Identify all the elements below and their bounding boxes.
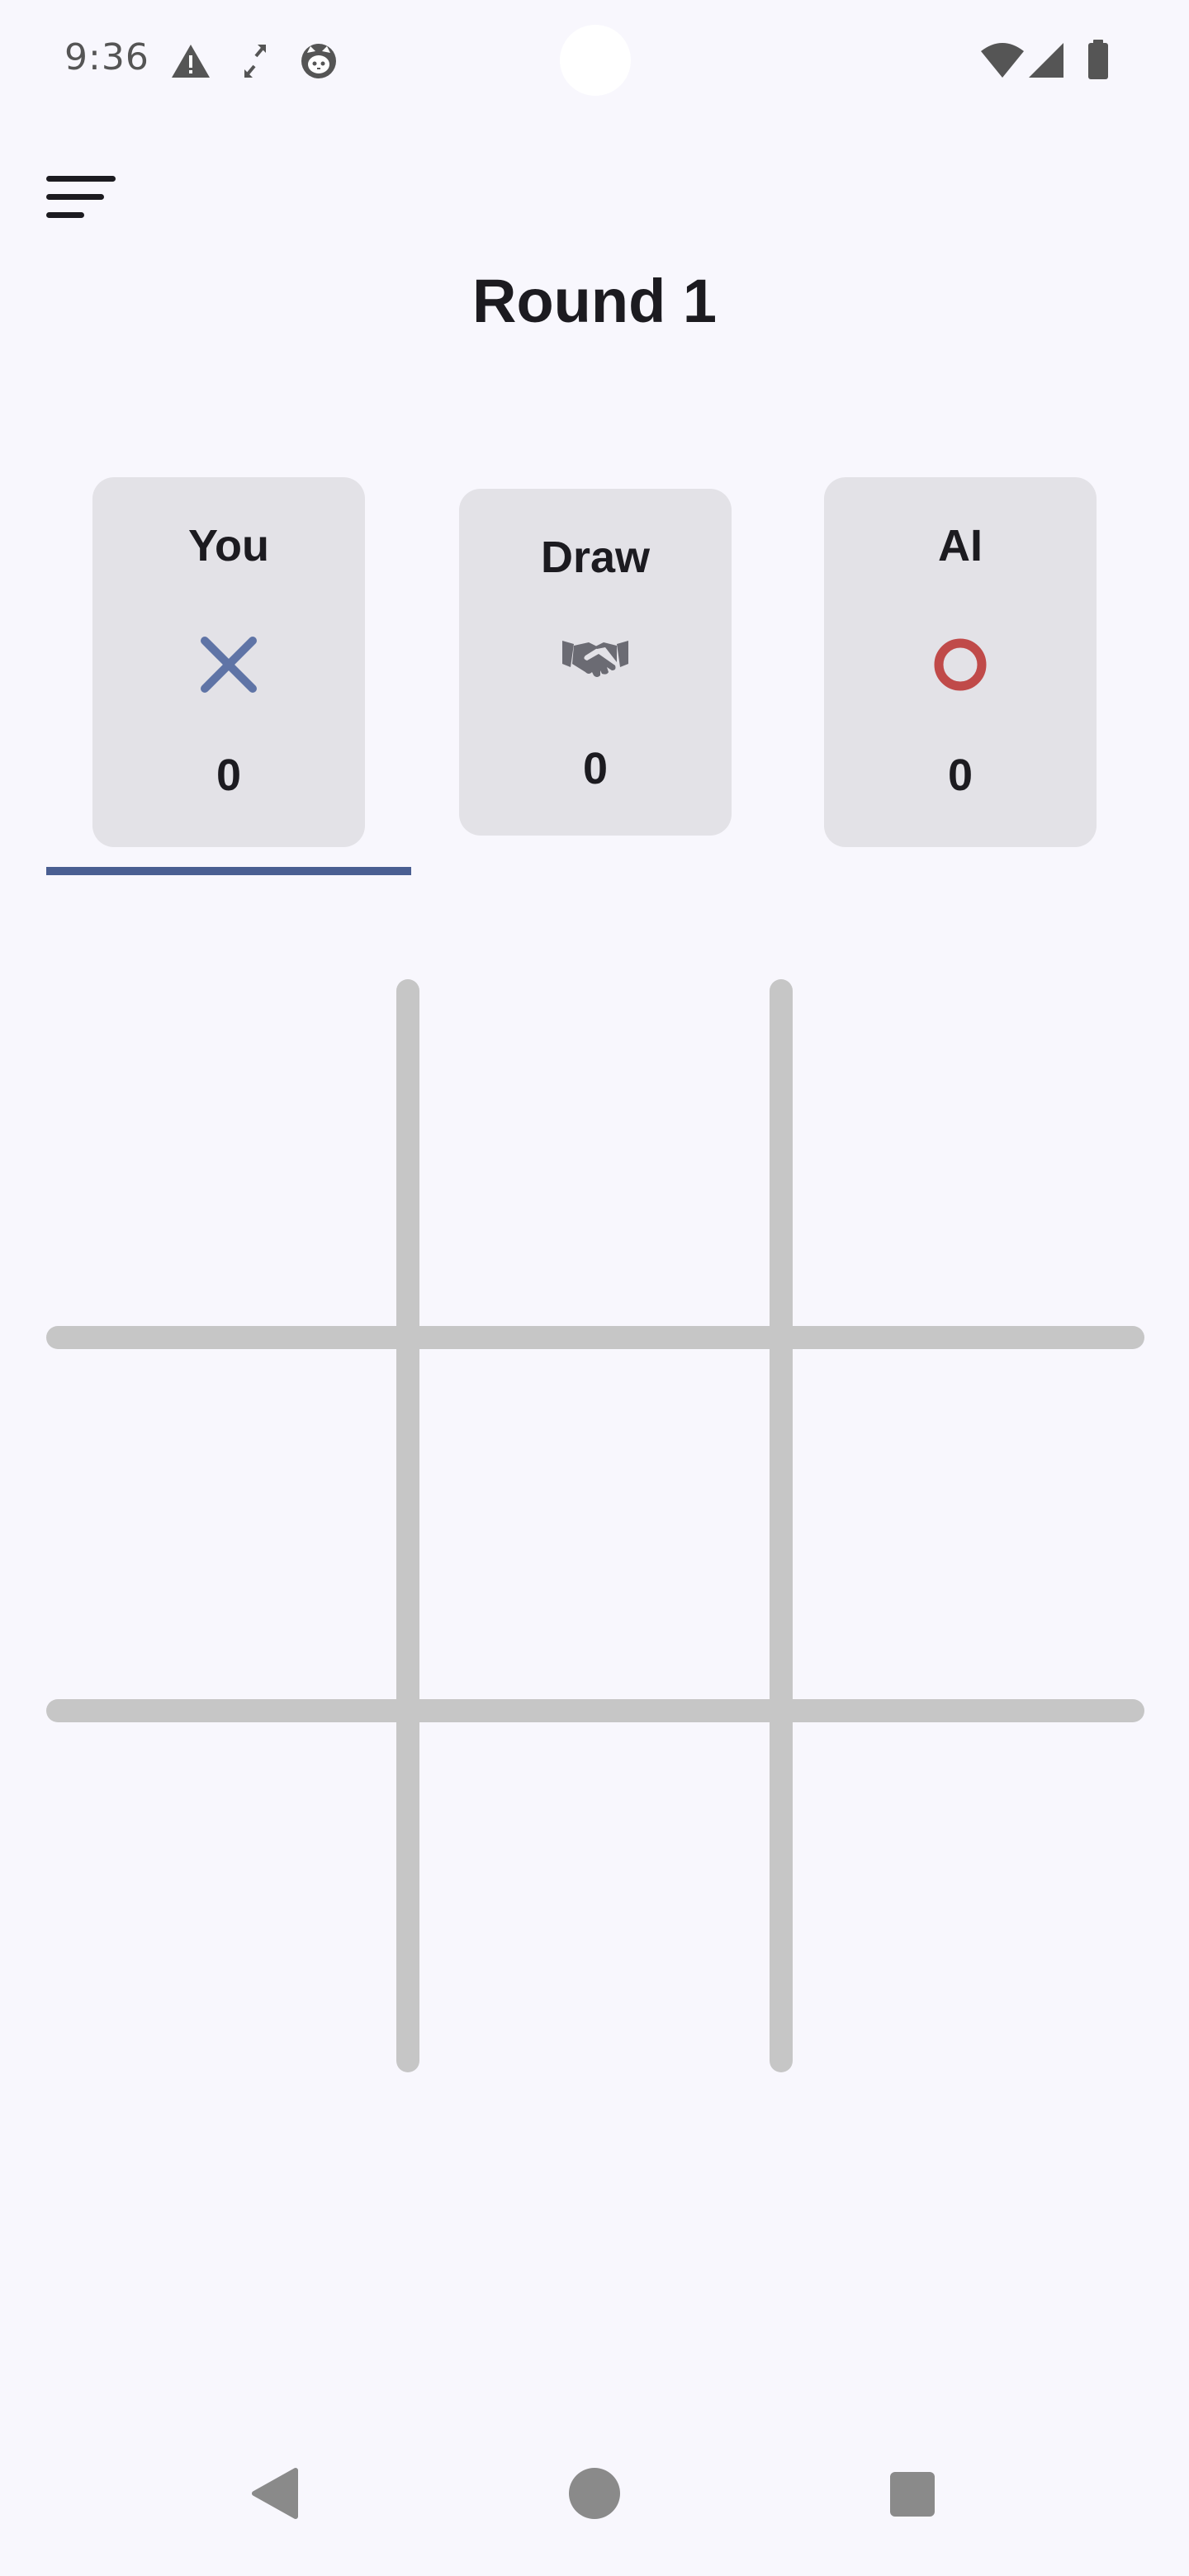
menu-button[interactable] <box>33 161 124 235</box>
menu-icon <box>46 176 116 218</box>
board-cell[interactable] <box>793 1349 1144 1699</box>
board-cell[interactable] <box>46 979 396 1326</box>
cat-face-icon <box>299 41 339 85</box>
grid-line-vertical <box>770 979 793 2072</box>
navigation-bar <box>0 2444 1189 2576</box>
back-icon <box>252 2468 298 2519</box>
grid-line-vertical <box>396 979 419 2072</box>
expand-arrows-icon <box>243 43 268 83</box>
recents-button[interactable] <box>879 2460 945 2526</box>
active-player-indicator <box>46 867 411 875</box>
camera-cutout <box>560 25 631 96</box>
score-card-you[interactable]: You 0 <box>92 477 365 847</box>
board-cell[interactable] <box>419 1349 770 1699</box>
board-cell[interactable] <box>419 979 770 1326</box>
board-cell[interactable] <box>793 1722 1144 2072</box>
ai-score: 0 <box>947 751 973 800</box>
ai-label: AI <box>938 521 983 571</box>
game-board <box>46 979 1144 2072</box>
game-screen: 9:36 Round 1 You 0 Draw 0 AI 0 <box>0 0 1189 2576</box>
wifi-icon <box>979 41 1026 83</box>
battery-icon <box>1087 40 1110 85</box>
board-cell[interactable] <box>419 1722 770 2072</box>
player-score: 0 <box>216 751 242 800</box>
grid-line-horizontal <box>46 1326 1144 1349</box>
board-cell[interactable] <box>793 979 1144 1326</box>
draw-label: Draw <box>540 533 651 582</box>
grid-line-horizontal <box>46 1699 1144 1722</box>
round-title: Round 1 <box>472 267 717 335</box>
board-cell[interactable] <box>46 1349 396 1699</box>
player-label: You <box>188 521 269 571</box>
back-button[interactable] <box>244 2460 310 2526</box>
score-card-draw[interactable]: Draw 0 <box>459 489 732 836</box>
circle-mark-icon <box>930 634 991 699</box>
handshake-icon <box>561 636 630 689</box>
draw-score: 0 <box>582 744 609 793</box>
home-icon <box>569 2468 620 2519</box>
x-mark-icon <box>200 636 258 698</box>
home-button[interactable] <box>561 2460 628 2526</box>
signal-icon <box>1027 41 1065 83</box>
score-card-ai[interactable]: AI 0 <box>824 477 1097 847</box>
warning-icon <box>170 43 211 83</box>
status-time: 9:36 <box>64 36 149 78</box>
recents-icon <box>890 2472 935 2517</box>
board-cell[interactable] <box>46 1722 396 2072</box>
status-bar: 9:36 <box>0 0 1189 124</box>
